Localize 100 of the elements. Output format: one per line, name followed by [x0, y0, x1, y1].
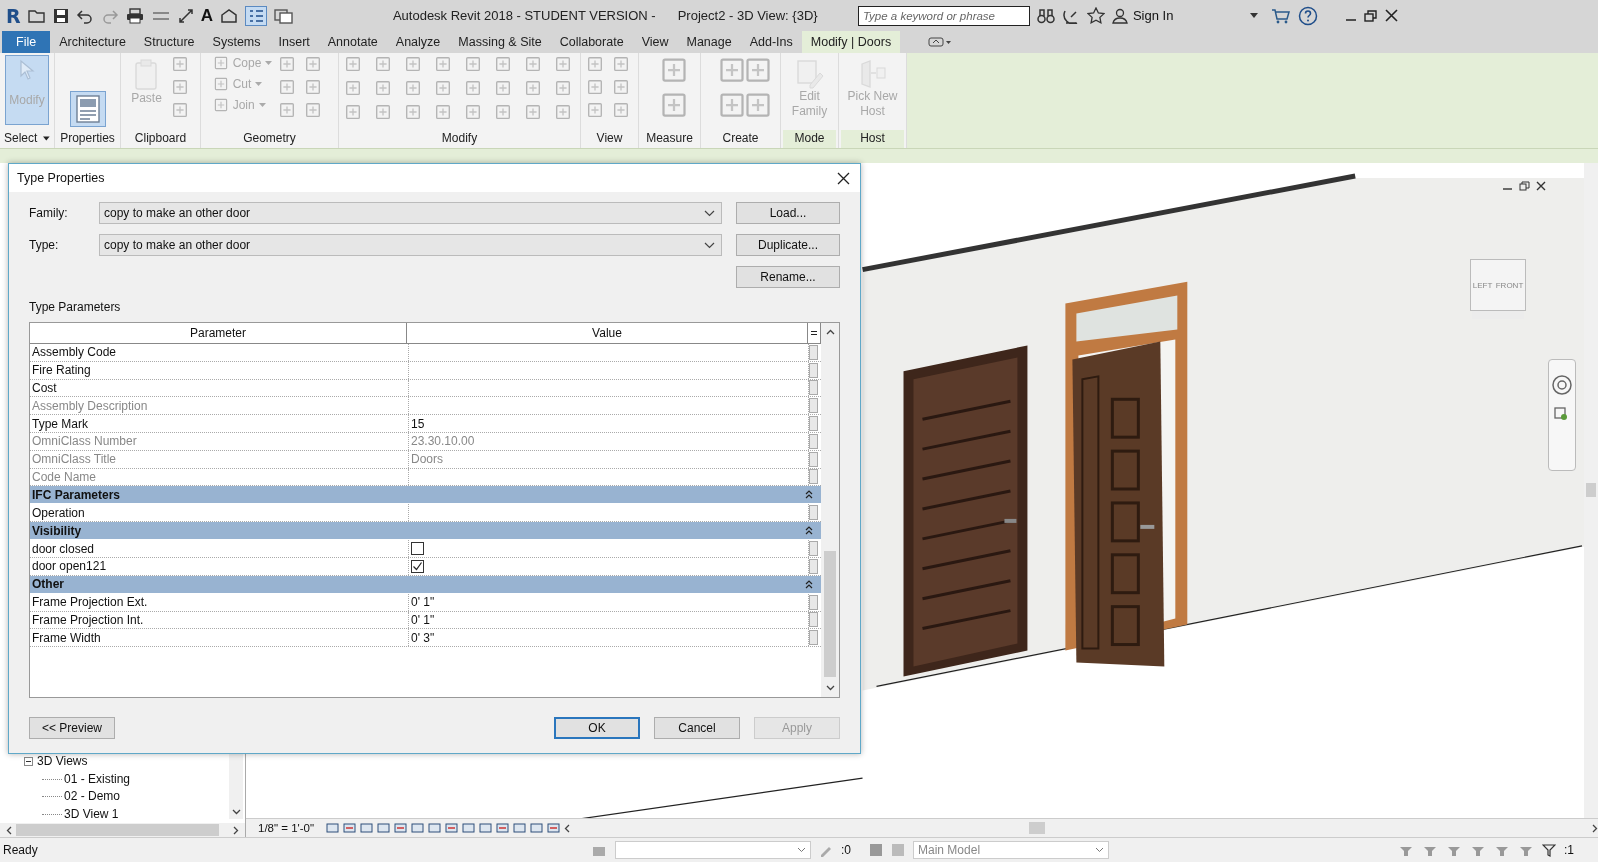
ribbon-tab[interactable]: Analyze: [386, 31, 450, 53]
tool-icon[interactable]: [278, 101, 297, 119]
scroll-right-icon[interactable]: [1592, 823, 1598, 833]
ribbon-tab[interactable]: Massing & Site: [449, 31, 551, 53]
print-icon[interactable]: [125, 7, 144, 24]
tool-icon[interactable]: [463, 103, 482, 121]
ribbon-tab[interactable]: File: [2, 31, 51, 53]
associate-parameter-button[interactable]: [809, 362, 818, 378]
checkbox[interactable]: [411, 542, 424, 556]
tool-icon[interactable]: [343, 55, 362, 73]
design-options-icon[interactable]: [869, 843, 883, 857]
sign-in-button[interactable]: Sign In: [1111, 7, 1174, 24]
tree-item[interactable]: 02 - Demo: [64, 788, 121, 806]
tool-icon[interactable]: [170, 101, 189, 119]
model-dropdown[interactable]: Main Model: [913, 841, 1109, 859]
tree-item[interactable]: 3D Views: [37, 753, 88, 771]
scrollbar-thumb[interactable]: [1586, 483, 1596, 497]
associate-parameter-button[interactable]: [809, 344, 818, 360]
view-control-icon[interactable]: [343, 822, 357, 834]
windows-icon[interactable]: [273, 7, 294, 24]
view-scale[interactable]: 1/8" = 1'-0": [258, 822, 315, 834]
collapse-icon[interactable]: [805, 526, 813, 536]
tool-icon[interactable]: [373, 79, 392, 97]
binoculars-icon[interactable]: [1036, 7, 1055, 24]
tool-icon[interactable]: [523, 55, 542, 73]
dialog-button[interactable]: OK: [554, 717, 640, 739]
view-control-icon[interactable]: [428, 822, 442, 834]
type-dropdown[interactable]: copy to make an other door: [99, 234, 722, 256]
scrollbar-thumb[interactable]: [16, 824, 219, 836]
equals-icon[interactable]: [810, 329, 818, 337]
close-icon[interactable]: [1385, 9, 1399, 22]
cart-icon[interactable]: [1271, 7, 1292, 24]
save-icon[interactable]: [52, 7, 69, 24]
tool-icon[interactable]: [553, 79, 572, 97]
value-cell[interactable]: 0' 1": [411, 595, 435, 610]
scroll-down-icon[interactable]: [825, 685, 835, 691]
tool-icon[interactable]: [304, 101, 323, 119]
view-control-icon[interactable]: [394, 822, 408, 834]
scroll-left-icon[interactable]: [6, 825, 12, 835]
column-header[interactable]: Parameter: [30, 323, 407, 343]
tool-icon[interactable]: [343, 103, 362, 121]
thin-lines-icon[interactable]: [244, 5, 267, 26]
tool-icon[interactable]: [170, 55, 189, 73]
dialog-button[interactable]: Cancel: [654, 717, 740, 739]
text-tool[interactable]: A: [200, 5, 213, 26]
house-icon[interactable]: [219, 7, 238, 24]
ribbon-tab[interactable]: Annotate: [318, 31, 387, 53]
ribbon-tab[interactable]: Insert: [269, 31, 319, 53]
value-cell[interactable]: 15: [411, 416, 425, 431]
tool-icon[interactable]: [373, 103, 392, 121]
tree-item[interactable]: 3D View 1: [64, 805, 119, 823]
view-control-icon[interactable]: [479, 822, 493, 834]
view-control-icon[interactable]: [496, 822, 510, 834]
ribbon-tab[interactable]: Manage: [677, 31, 741, 53]
tool-icon[interactable]: [523, 103, 542, 121]
view-control-icon[interactable]: [445, 822, 459, 834]
tool-icon[interactable]: [553, 103, 572, 121]
tool-icon[interactable]: [553, 55, 572, 73]
view-control-icon[interactable]: [411, 822, 425, 834]
collapse-icon[interactable]: [805, 579, 813, 589]
scrollbar[interactable]: [1584, 163, 1598, 818]
design-options-icon[interactable]: [891, 843, 905, 857]
dimension-icon[interactable]: [177, 7, 194, 24]
associate-parameter-button[interactable]: [809, 541, 818, 557]
scroll-left-icon[interactable]: [564, 823, 571, 833]
collapse-icon[interactable]: [24, 757, 33, 767]
duplicate-button[interactable]: Duplicate...: [736, 234, 840, 256]
open-folder-icon[interactable]: [27, 7, 46, 24]
tree-item[interactable]: 01 - Existing: [64, 770, 131, 788]
tool-icon[interactable]: [433, 79, 452, 97]
associate-parameter-button[interactable]: [809, 398, 818, 414]
scrollbar-thumb[interactable]: [1029, 822, 1046, 834]
preview-button[interactable]: << Preview: [29, 717, 115, 739]
load-button[interactable]: Load...: [736, 202, 840, 224]
tool-icon[interactable]: [493, 79, 512, 97]
tool-icon[interactable]: [611, 55, 630, 73]
tool-icon[interactable]: [373, 55, 392, 73]
caret-icon[interactable]: [1250, 12, 1259, 19]
tool-icon[interactable]: [304, 78, 323, 96]
tool-icon[interactable]: [493, 103, 512, 121]
view-control-icon[interactable]: [462, 822, 476, 834]
ribbon-tab[interactable]: Modify | Doors: [801, 31, 901, 53]
family-dropdown[interactable]: copy to make an other door: [99, 202, 722, 224]
associate-parameter-button[interactable]: [809, 630, 818, 646]
scroll-up-icon[interactable]: [825, 329, 835, 335]
view-control-icon[interactable]: [377, 822, 391, 834]
view-control-icon[interactable]: [547, 822, 561, 834]
column-header[interactable]: Value: [407, 323, 808, 343]
ribbon-tab[interactable]: Architecture: [50, 31, 135, 53]
associate-parameter-button[interactable]: [809, 594, 818, 610]
restore-icon[interactable]: [1519, 181, 1530, 191]
scroll-right-icon[interactable]: [233, 825, 239, 835]
tool-icon[interactable]: [343, 79, 362, 97]
scrollbar[interactable]: [821, 323, 839, 697]
tool-icon[interactable]: [170, 78, 189, 96]
view-control-icon[interactable]: [513, 822, 527, 834]
tool-icon[interactable]: [585, 101, 604, 119]
associate-parameter-button[interactable]: [809, 505, 818, 521]
tool-icon[interactable]: [585, 78, 604, 96]
associate-parameter-button[interactable]: [809, 433, 818, 449]
